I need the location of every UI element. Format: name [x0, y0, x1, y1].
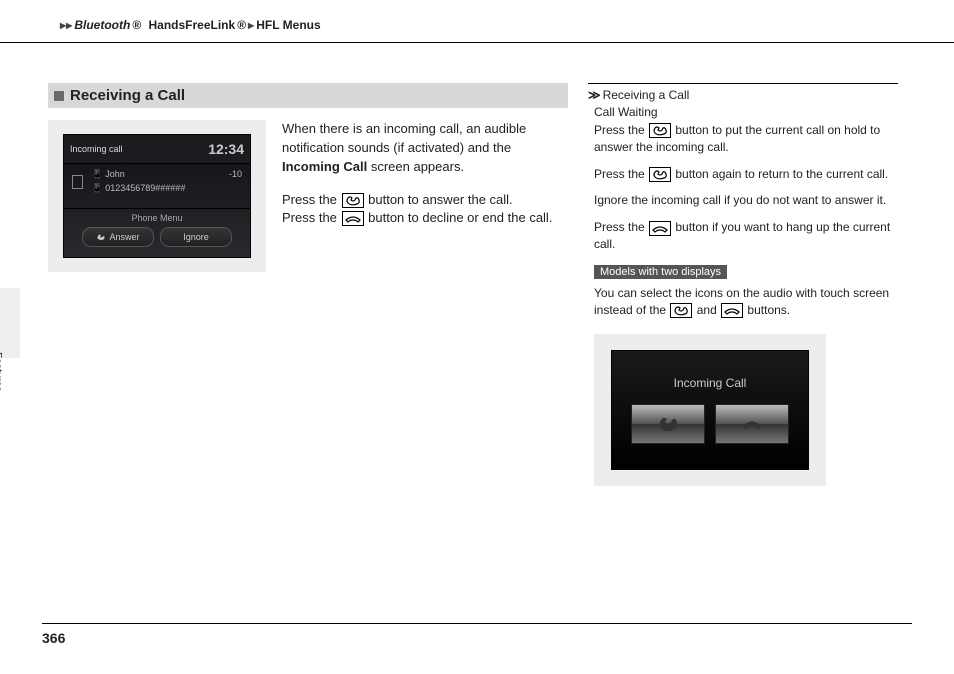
- p1a: When there is an incoming call, an audib…: [282, 121, 526, 155]
- pickup-icon: [342, 193, 364, 208]
- screenshot-touch: Incoming Call: [594, 334, 826, 486]
- hangup-icon: [649, 221, 671, 236]
- breadcrumb-a: Bluetooth: [74, 18, 130, 32]
- section-title: Receiving a Call: [70, 87, 185, 104]
- signal: -10: [229, 168, 242, 182]
- breadcrumb-c: HFL Menus: [256, 18, 320, 32]
- p3b: button to decline or end the call.: [365, 210, 553, 225]
- reg2: ®: [237, 18, 246, 32]
- caller-name: 📱 John: [92, 169, 125, 179]
- screenshot-incoming-dash: Incoming call 12:34 📱 John 📱 0123456789#…: [48, 120, 266, 272]
- side-p5: You can select the icons on the audio wi…: [588, 283, 898, 327]
- page-number: 366: [42, 630, 65, 646]
- side-p4: Press the button if you want to hang up …: [588, 217, 898, 261]
- p1b: screen appears.: [367, 159, 464, 174]
- p3a: Press the: [282, 210, 341, 225]
- models-badge: Models with two displays: [594, 265, 727, 279]
- phone-icon: [72, 175, 83, 189]
- reg: ®: [132, 18, 141, 32]
- breadcrumb: ▶▶ Bluetooth® HandsFreeLink® ▶ HFL Menus: [0, 0, 954, 43]
- call-waiting-label: Call Waiting: [588, 104, 898, 120]
- side-p3: Ignore the incoming call if you do not w…: [588, 190, 898, 217]
- side-tab-label: Features: [0, 352, 3, 391]
- hangup-icon: [342, 211, 364, 226]
- footer-rule: [42, 623, 912, 624]
- touch-decline-button[interactable]: [715, 404, 789, 444]
- side-tab: Features: [0, 288, 20, 358]
- square-icon: [54, 91, 64, 101]
- tri-icon: ▶: [248, 21, 254, 30]
- touch-answer-button[interactable]: [631, 404, 705, 444]
- touch-title: Incoming Call: [674, 376, 747, 390]
- p1bold: Incoming Call: [282, 159, 367, 174]
- pickup-icon: [649, 123, 671, 138]
- dash-ignore-button[interactable]: Ignore: [160, 227, 232, 247]
- info-mark-icon: ≫: [588, 88, 601, 102]
- hangup-icon: [721, 303, 743, 318]
- section-heading: Receiving a Call: [48, 83, 568, 108]
- pickup-icon: [649, 167, 671, 182]
- dash-status: Incoming call: [70, 144, 123, 154]
- sidebar-title: Receiving a Call: [603, 88, 690, 102]
- p2b: button to answer the call.: [365, 192, 513, 207]
- p2a: Press the: [282, 192, 341, 207]
- caller-number: 📱 0123456789######: [92, 183, 186, 193]
- dash-screen: Incoming call 12:34 📱 John 📱 0123456789#…: [63, 134, 251, 258]
- dash-menu-label: Phone Menu: [64, 213, 250, 223]
- breadcrumb-b: HandsFreeLink: [149, 18, 236, 32]
- side-p2: Press the button again to return to the …: [588, 164, 898, 191]
- dash-clock: 12:34: [208, 141, 244, 157]
- dash-answer-button[interactable]: Answer: [82, 227, 154, 247]
- sidebar-head: ≫Receiving a Call: [588, 83, 898, 104]
- main-text: When there is an incoming call, an audib…: [282, 120, 568, 228]
- tri-icon: ▶▶: [60, 21, 72, 30]
- touch-screen: Incoming Call: [611, 350, 809, 470]
- side-p1: Press the button to put the current call…: [588, 120, 898, 164]
- pickup-icon: [670, 303, 692, 318]
